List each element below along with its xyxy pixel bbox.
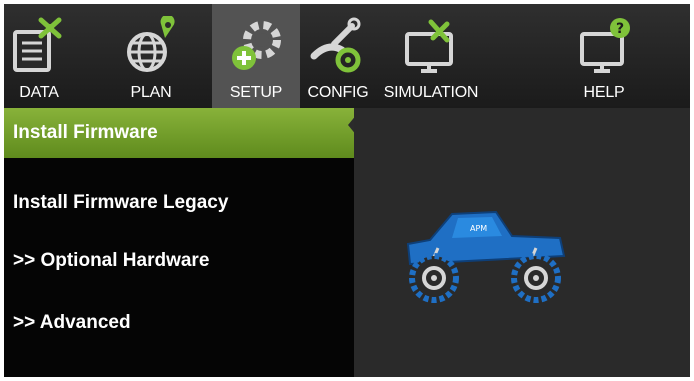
toolbar-button-simulation[interactable]: SIMULATION	[378, 4, 484, 108]
monitor-help-icon: ?	[580, 18, 630, 73]
toolbar-button-data[interactable]: DATA	[6, 4, 72, 108]
svg-text:?: ?	[616, 21, 624, 37]
menu-item-optional-hardware[interactable]: >> Optional Hardware	[4, 236, 354, 286]
toolbar-button-plan[interactable]: PLAN	[116, 4, 186, 108]
menu-item-install-firmware-legacy[interactable]: Install Firmware Legacy	[4, 178, 354, 228]
toolbar-label-setup: SETUP	[229, 84, 283, 101]
app-window: DATA PLAN SETUP CONFIG SIMULATION ? HELP…	[4, 4, 690, 377]
toolbar-label-plan: PLAN	[130, 84, 172, 101]
data-monitor-icon	[13, 17, 62, 72]
menu-item-advanced[interactable]: >> Advanced	[4, 298, 354, 348]
toolbar-label-simulation: SIMULATION	[383, 84, 479, 101]
toolbar-label-data: DATA	[19, 84, 59, 101]
vehicle-badge: APM	[470, 224, 487, 233]
firmware-content-area: APM	[354, 108, 690, 377]
monitor-plane-icon	[405, 19, 453, 73]
globe-pin-icon	[127, 16, 175, 72]
rover-truck-icon[interactable]: APM	[400, 204, 570, 304]
main-toolbar: DATA PLAN SETUP CONFIG SIMULATION ? HELP	[4, 4, 690, 108]
toolbar-label-help: HELP	[583, 84, 625, 101]
menu-item-install-firmware[interactable]: Install Firmware	[4, 108, 354, 158]
wrench-icon	[310, 17, 361, 73]
toolbar-button-setup[interactable]: SETUP	[212, 4, 300, 108]
gear-setup-icon	[232, 21, 281, 70]
toolbar-button-help[interactable]: ? HELP	[570, 4, 638, 108]
setup-sidebar-menu: Install Firmware Install Firmware Legacy…	[4, 108, 362, 377]
toolbar-label-config: CONFIG	[307, 84, 369, 101]
toolbar-button-config[interactable]: CONFIG	[300, 4, 376, 108]
